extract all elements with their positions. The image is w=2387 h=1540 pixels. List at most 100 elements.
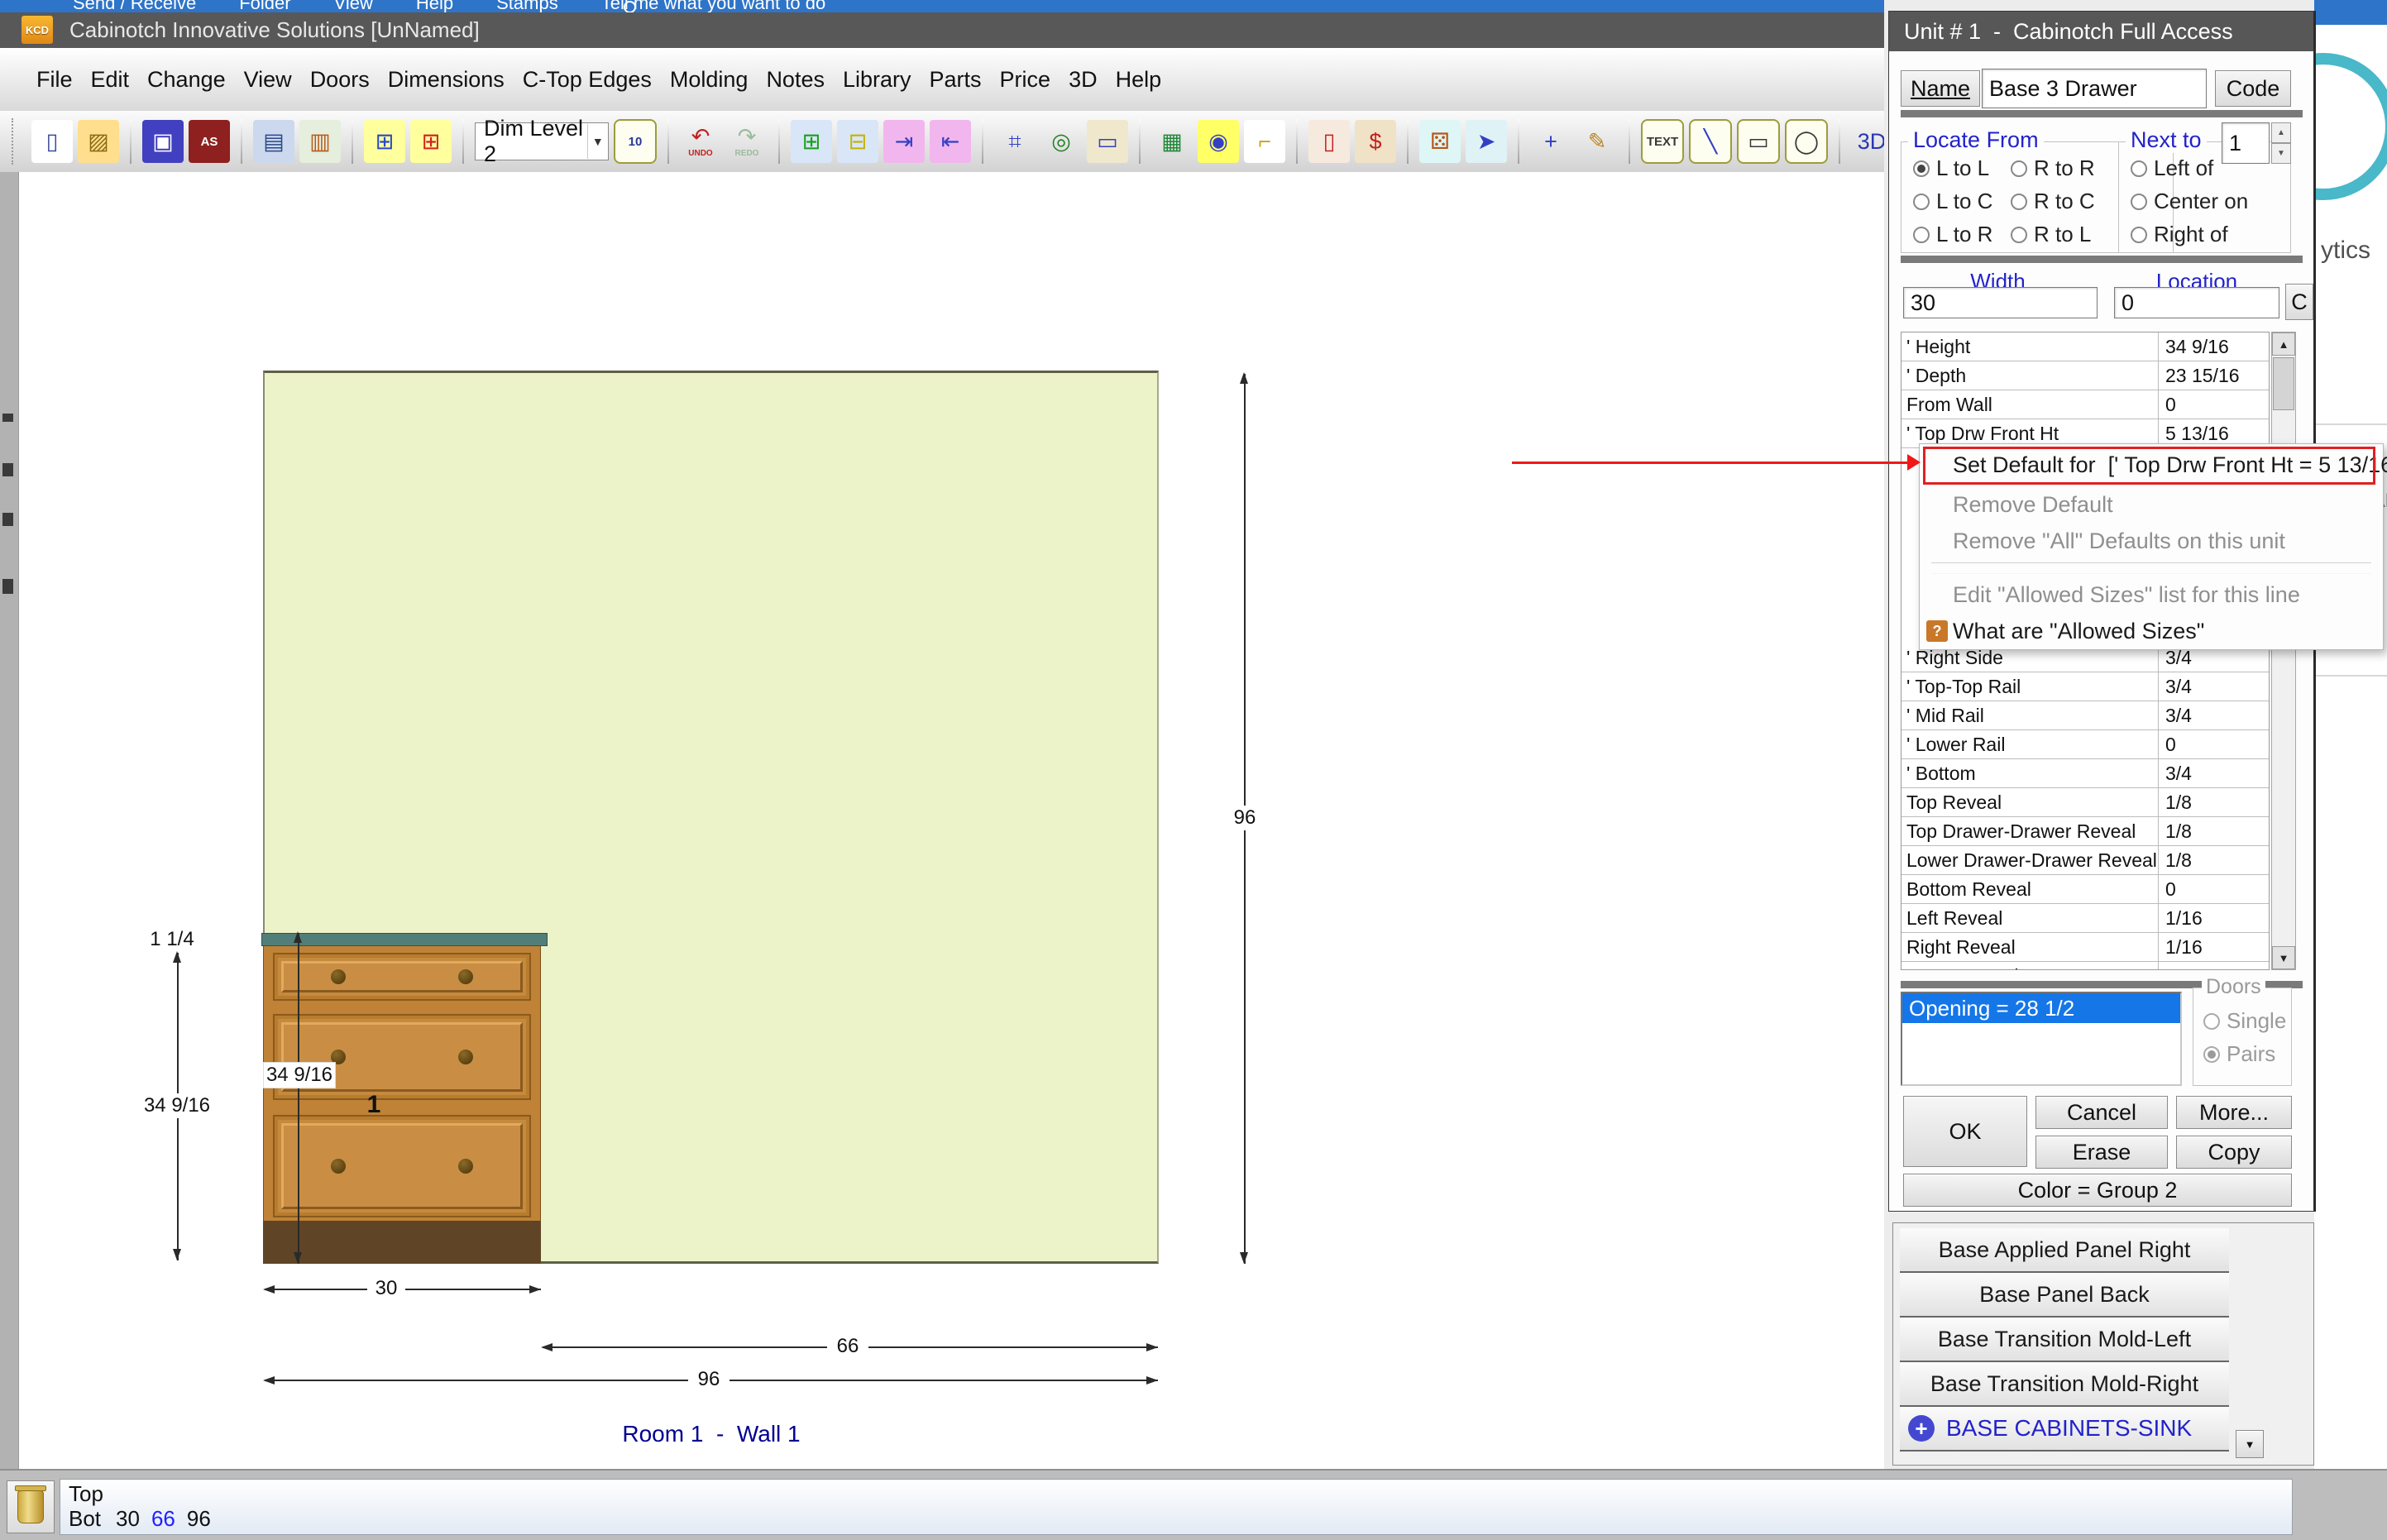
visibility-icon[interactable]: ◉ — [1198, 120, 1239, 163]
menu-item[interactable]: Price — [991, 48, 1060, 111]
radio-icon[interactable] — [2203, 1046, 2220, 1063]
radio-icon[interactable] — [1913, 227, 1930, 243]
doors-pairs-radio[interactable]: Pairs — [2203, 1041, 2275, 1067]
next-to-radio[interactable]: Center on — [2131, 189, 2290, 214]
add-wall-unit-icon[interactable]: ⊞ — [791, 120, 832, 163]
radio-icon[interactable] — [2011, 227, 2027, 243]
location-input[interactable]: 0 — [2114, 287, 2279, 318]
drawer-front-3[interactable] — [273, 1115, 531, 1217]
locate-from-radio[interactable]: L to L — [1913, 155, 2011, 181]
dialog-title[interactable]: Unit # 1 - Cabinotch Full Access — [1889, 12, 2313, 51]
select-pointer-icon[interactable]: ➤ — [1466, 120, 1507, 163]
ribbon-tab[interactable]: Help — [416, 0, 453, 12]
scroll-down-icon[interactable]: ▼ — [2272, 946, 2295, 969]
menu-item[interactable]: Notes — [757, 48, 834, 111]
ok-button[interactable]: OK — [1903, 1096, 2027, 1167]
table-row[interactable]: Left Reveal 1/16 — [1901, 904, 2269, 933]
menu-item[interactable]: 3D — [1060, 48, 1107, 111]
ribbon-tab[interactable]: Folder — [239, 0, 290, 12]
more-button[interactable]: More... — [2176, 1096, 2292, 1129]
context-menu-item[interactable] — [1931, 562, 2371, 573]
library-item[interactable]: Base Transition Mold-Right — [1900, 1362, 2229, 1407]
page-layout-icon[interactable]: ▥ — [299, 120, 341, 163]
table-scrollbar[interactable]: ▲ ▼ — [2271, 332, 2296, 970]
table-row[interactable]: ' Top-Top Rail 3/4 — [1901, 672, 2269, 701]
cancel-button[interactable]: Cancel — [2035, 1096, 2168, 1129]
zoom-10-icon[interactable]: 10 — [614, 119, 657, 164]
grid-mesh-icon[interactable]: ▦ — [1151, 120, 1193, 163]
locate-from-radio[interactable]: L to C — [1913, 189, 2011, 214]
name-button[interactable]: Name — [1901, 70, 1980, 107]
opening-listbox[interactable]: Opening = 28 1/2 — [1901, 992, 2182, 1086]
toolbar-drag-handle[interactable] — [12, 118, 18, 165]
table-row[interactable]: ' Lower Rail 0 — [1901, 730, 2269, 759]
text-tool-icon[interactable]: TEXT — [1641, 119, 1684, 164]
move-unit-icon[interactable]: ⇥ — [883, 120, 925, 163]
copy-button[interactable]: Copy — [2176, 1136, 2292, 1169]
radio-icon[interactable] — [1913, 194, 1930, 210]
spin-up-icon[interactable]: ▲ — [2271, 122, 2291, 143]
library-item[interactable]: + BASE CABINETS-SINK — [1900, 1407, 2229, 1452]
undo-icon[interactable]: ↶ UNDO — [680, 120, 721, 163]
room-plan-icon[interactable]: ⊞ — [364, 120, 405, 163]
library-item[interactable]: Base Transition Mold-Left — [1900, 1318, 2229, 1362]
line-tool-icon[interactable]: ╲ — [1689, 119, 1732, 164]
scroll-up-icon[interactable]: ▲ — [2272, 332, 2295, 356]
ribbon-tab[interactable]: View — [334, 0, 373, 12]
table-row[interactable]: From Wall 0 — [1901, 390, 2269, 419]
radio-icon[interactable] — [1913, 160, 1930, 177]
redo-icon[interactable]: ↷ REDO — [726, 120, 768, 163]
door-style-icon[interactable]: ▯ — [1308, 120, 1350, 163]
menu-item[interactable]: Doors — [301, 48, 379, 111]
dim-level-select[interactable]: Dim Level 2 ▼ — [475, 122, 609, 160]
menu-item[interactable]: Help — [1107, 48, 1171, 111]
radio-icon[interactable] — [2203, 1013, 2220, 1030]
menu-item[interactable]: Parts — [921, 48, 991, 111]
radio-icon[interactable] — [2131, 160, 2147, 177]
chevron-down-icon[interactable]: ▼ — [587, 124, 608, 159]
tape-measure-icon[interactable]: ▭ — [1087, 120, 1128, 163]
context-menu-item[interactable]: Set Default for [' Top Drw Front Ht = 5 … — [1924, 447, 2375, 484]
center-unit-icon[interactable]: ⇤ — [930, 120, 971, 163]
add-object-icon[interactable]: + — [1530, 120, 1571, 163]
menu-item[interactable]: File — [27, 48, 82, 111]
context-menu-item[interactable]: Remove Default — [1920, 487, 2383, 524]
table-row[interactable]: Bottom Reveal 0 — [1901, 875, 2269, 904]
print-icon[interactable]: ▤ — [253, 120, 294, 163]
scrollbar-thumb[interactable] — [2273, 357, 2294, 410]
open-folder-icon[interactable]: ▨ — [78, 120, 119, 163]
new-document-icon[interactable]: ▯ — [31, 120, 73, 163]
menu-item[interactable]: C-Top Edges — [514, 48, 661, 111]
ribbon-tab[interactable]: Send / Receive — [73, 0, 196, 12]
erase-button[interactable]: Erase — [2035, 1136, 2168, 1169]
opening-selected-item[interactable]: Opening = 28 1/2 — [1902, 993, 2180, 1023]
context-menu-item[interactable]: Edit "Allowed Sizes" list for this line — [1920, 577, 2383, 614]
context-menu-item[interactable]: ? What are "Allowed Sizes" — [1920, 613, 2383, 649]
zoom-area-icon[interactable]: ◎ — [1040, 120, 1082, 163]
doors-single-radio[interactable]: Single — [2203, 1008, 2286, 1034]
radio-icon[interactable] — [2011, 194, 2027, 210]
table-row[interactable]: !! Ctop Overhang-Front 1 — [1901, 962, 2269, 970]
menu-item[interactable]: Molding — [661, 48, 758, 111]
ribbon-tab[interactable]: Stamps — [496, 0, 558, 12]
corner-view-icon[interactable]: ⌐ — [1244, 120, 1285, 163]
hardware-icon[interactable]: ⚄ — [1419, 120, 1461, 163]
spin-down-icon[interactable]: ▼ — [2271, 143, 2291, 164]
ellipse-tool-icon[interactable]: ◯ — [1785, 119, 1828, 164]
rect-tool-icon[interactable]: ▭ — [1737, 119, 1780, 164]
save-as-icon[interactable]: AS — [189, 120, 230, 163]
context-menu-item[interactable]: Remove "All" Defaults on this unit — [1920, 523, 2383, 559]
next-to-count-input[interactable]: 1 — [2222, 122, 2270, 164]
width-input[interactable]: 30 — [1903, 287, 2098, 318]
measure-scale-icon[interactable]: ⌗ — [994, 120, 1036, 163]
menu-item[interactable]: Change — [138, 48, 235, 111]
code-button[interactable]: Code — [2215, 70, 2291, 107]
c-button[interactable]: C — [2285, 284, 2313, 320]
drawer-front-1[interactable] — [273, 953, 531, 1001]
trash-button[interactable] — [7, 1480, 55, 1533]
table-row[interactable]: ' Bottom 3/4 — [1901, 759, 2269, 788]
library-item[interactable]: Base Panel Back — [1900, 1273, 2229, 1318]
table-row[interactable]: ' Depth 23 15/16 — [1901, 361, 2269, 390]
radio-icon[interactable] — [2011, 160, 2027, 177]
library-scroll-down-icon[interactable]: ▼ — [2236, 1430, 2264, 1458]
